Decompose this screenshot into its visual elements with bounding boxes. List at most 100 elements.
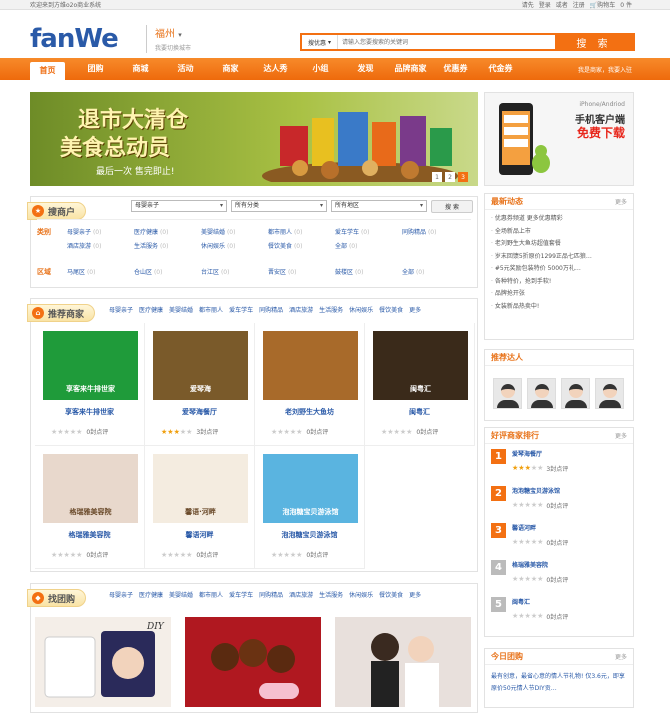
news-item[interactable]: 各种特价，抢到手软!	[491, 276, 627, 289]
subnav-link[interactable]: 同购精品	[259, 305, 283, 314]
shop-image[interactable]: 闽粤汇	[373, 331, 468, 400]
shop-name[interactable]: 享客来牛排世家	[35, 407, 144, 417]
shop-image[interactable]	[263, 331, 358, 400]
cart-link[interactable]: 🛒购物车	[590, 0, 616, 9]
rank-merchant-name[interactable]: 格瑞雅美容院	[512, 560, 568, 569]
shop-name[interactable]: 爱琴海餐厅	[145, 407, 254, 417]
subnav-link[interactable]: 医疗健康	[139, 305, 163, 314]
category-link[interactable]: 母婴亲子 (0)	[67, 227, 134, 236]
search-input[interactable]	[338, 35, 555, 49]
shop-search-button[interactable]: 搜 索	[431, 200, 473, 213]
subnav-link[interactable]: 都市丽人	[199, 305, 223, 314]
shop-name[interactable]: 馨语河畔	[145, 530, 254, 540]
shop-image[interactable]: 格瑞雅美容院	[43, 454, 138, 523]
subnav-link[interactable]: 美婴结婚	[169, 590, 193, 599]
news-more-link[interactable]: 更多	[615, 197, 627, 206]
news-item[interactable]: #5元奖励包装特价 5000万礼…	[491, 263, 627, 276]
nav-talent-show[interactable]: 达人秀	[253, 58, 298, 80]
news-item[interactable]: 岁末回馈5折原价1299正品七匹狼…	[491, 251, 627, 264]
subnav-link[interactable]: 同购精品	[259, 590, 283, 599]
rank-more-link[interactable]: 更多	[615, 431, 627, 440]
subnav-link[interactable]: 美婴结婚	[169, 305, 193, 314]
shop-image[interactable]: 爱琴海	[153, 331, 248, 400]
today-more-link[interactable]: 更多	[615, 652, 627, 661]
banner-page-2[interactable]: 2	[445, 172, 455, 182]
subnav-link[interactable]: 爱车学车	[229, 305, 253, 314]
shop-card[interactable]: 爱琴海 爱琴海餐厅 ★★★★★ 3封点评	[145, 323, 255, 446]
subnav-link[interactable]: 餐饮美食	[379, 305, 403, 314]
nav-brands[interactable]: 品牌商家	[388, 58, 433, 80]
deal-image-wedding[interactable]	[335, 617, 471, 707]
shop-name[interactable]: 格瑞雅美容院	[35, 530, 144, 540]
category-link[interactable]: 休闲娱乐 (0)	[201, 241, 268, 250]
nav-discover[interactable]: 发现	[343, 58, 388, 80]
subnav-link[interactable]: 更多	[409, 305, 421, 314]
nav-home[interactable]: 首页	[30, 62, 65, 80]
rank-merchant-name[interactable]: 馨语河畔	[512, 523, 568, 532]
search-button[interactable]: 搜 索	[555, 35, 633, 50]
nav-mall[interactable]: 商城	[118, 58, 163, 80]
subnav-link[interactable]: 更多	[409, 590, 421, 599]
area-link[interactable]: 仓山区 (0)	[134, 267, 201, 276]
category-link[interactable]: 同购精品 (0)	[402, 227, 469, 236]
shop-image[interactable]: 馨语·河畔	[153, 454, 248, 523]
area-link[interactable]: 晋安区 (0)	[268, 267, 335, 276]
shop-name[interactable]: 闽粤汇	[365, 407, 474, 417]
rank-item[interactable]: 3 馨语河畔 ★★★★★ 0封点评	[485, 518, 633, 555]
search-scope-select[interactable]: 搜优惠 ▾	[302, 35, 338, 49]
news-item[interactable]: 老刘野生大鱼坊超值套餐	[491, 238, 627, 251]
avatar[interactable]	[561, 378, 590, 409]
app-download-ad[interactable]: iPhone/Andriod 手机客户端 免费下载	[484, 92, 634, 186]
nav-coupons[interactable]: 优惠券	[433, 58, 478, 80]
shop-card[interactable]: 馨语·河畔 馨语河畔 ★★★★★ 0封点评	[145, 446, 255, 569]
merchant-join-link[interactable]: 我是商家，我要入驻	[578, 65, 632, 74]
area-link[interactable]: 鼓楼区 (0)	[335, 267, 402, 276]
register-link[interactable]: 注册	[573, 0, 585, 9]
shop-image[interactable]: 享客来牛排世家	[43, 331, 138, 400]
login-link[interactable]: 登录	[539, 0, 551, 9]
subnav-link[interactable]: 爱车学车	[229, 590, 253, 599]
subnav-link[interactable]: 休闲娱乐	[349, 590, 373, 599]
deal-image-chocolate[interactable]	[185, 617, 321, 707]
nav-vouchers[interactable]: 代金券	[478, 58, 523, 80]
news-item[interactable]: 品牌抢开张	[491, 288, 627, 301]
city-selector[interactable]: 福州 ▾ 我要切换城市	[146, 25, 191, 53]
subnav-link[interactable]: 母婴亲子	[109, 590, 133, 599]
app-download-cta[interactable]: 免费下载	[577, 124, 625, 141]
nav-events[interactable]: 活动	[163, 58, 208, 80]
subnav-link[interactable]: 医疗健康	[139, 590, 163, 599]
shop-image[interactable]: 泡泡糖宝贝游泳馆	[263, 454, 358, 523]
subnav-link[interactable]: 酒店旅游	[289, 590, 313, 599]
nav-groups[interactable]: 小组	[298, 58, 343, 80]
news-item[interactable]: 全场新品上市	[491, 226, 627, 239]
subnav-link[interactable]: 休闲娱乐	[349, 305, 373, 314]
shop-card[interactable]: 享客来牛排世家 享客来牛排世家 ★★★★★ 0封点评	[35, 323, 145, 446]
category-link[interactable]: 全部 (0)	[335, 241, 402, 250]
rank-merchant-name[interactable]: 爱琴海餐厅	[512, 449, 568, 458]
rank-item[interactable]: 5 闽粤汇 ★★★★★ 0封点评	[485, 592, 633, 629]
area-link[interactable]: 台江区 (0)	[201, 267, 268, 276]
news-item[interactable]: 女装新品热卖中!	[491, 301, 627, 314]
subcategory-filter-select[interactable]: 所有分类	[231, 200, 327, 212]
nav-merchants[interactable]: 商家	[208, 58, 253, 80]
banner-page-3[interactable]: 3	[458, 172, 468, 182]
rank-merchant-name[interactable]: 泡泡糖宝贝游泳馆	[512, 486, 568, 495]
category-link[interactable]: 餐饮美食 (0)	[268, 241, 335, 250]
category-link[interactable]: 酒店旅游 (0)	[67, 241, 134, 250]
banner-page-1[interactable]: 1	[432, 172, 442, 182]
shop-card[interactable]: 泡泡糖宝贝游泳馆 泡泡糖宝贝游泳馆 ★★★★★ 0封点评	[255, 446, 365, 569]
shop-name[interactable]: 泡泡糖宝贝游泳馆	[255, 530, 364, 540]
subnav-link[interactable]: 生活服务	[319, 590, 343, 599]
shop-name[interactable]: 老刘野生大鱼坊	[255, 407, 364, 417]
subnav-link[interactable]: 酒店旅游	[289, 305, 313, 314]
category-link[interactable]: 都市丽人 (0)	[268, 227, 335, 236]
rank-item[interactable]: 4 格瑞雅美容院 ★★★★★ 0封点评	[485, 555, 633, 592]
nav-group-buy[interactable]: 团购	[73, 58, 118, 80]
subnav-link[interactable]: 生活服务	[319, 305, 343, 314]
area-filter-select[interactable]: 所有地区	[331, 200, 427, 212]
subnav-link[interactable]: 都市丽人	[199, 590, 223, 599]
shop-card[interactable]: 老刘野生大鱼坊 ★★★★★ 0封点评	[255, 323, 365, 446]
category-link[interactable]: 爱车学车 (0)	[335, 227, 402, 236]
promo-banner[interactable]: 退市大清仓 美食总动员 最后一次 售完即止! 1 2 3	[30, 92, 478, 186]
category-link[interactable]: 生活服务 (0)	[134, 241, 201, 250]
